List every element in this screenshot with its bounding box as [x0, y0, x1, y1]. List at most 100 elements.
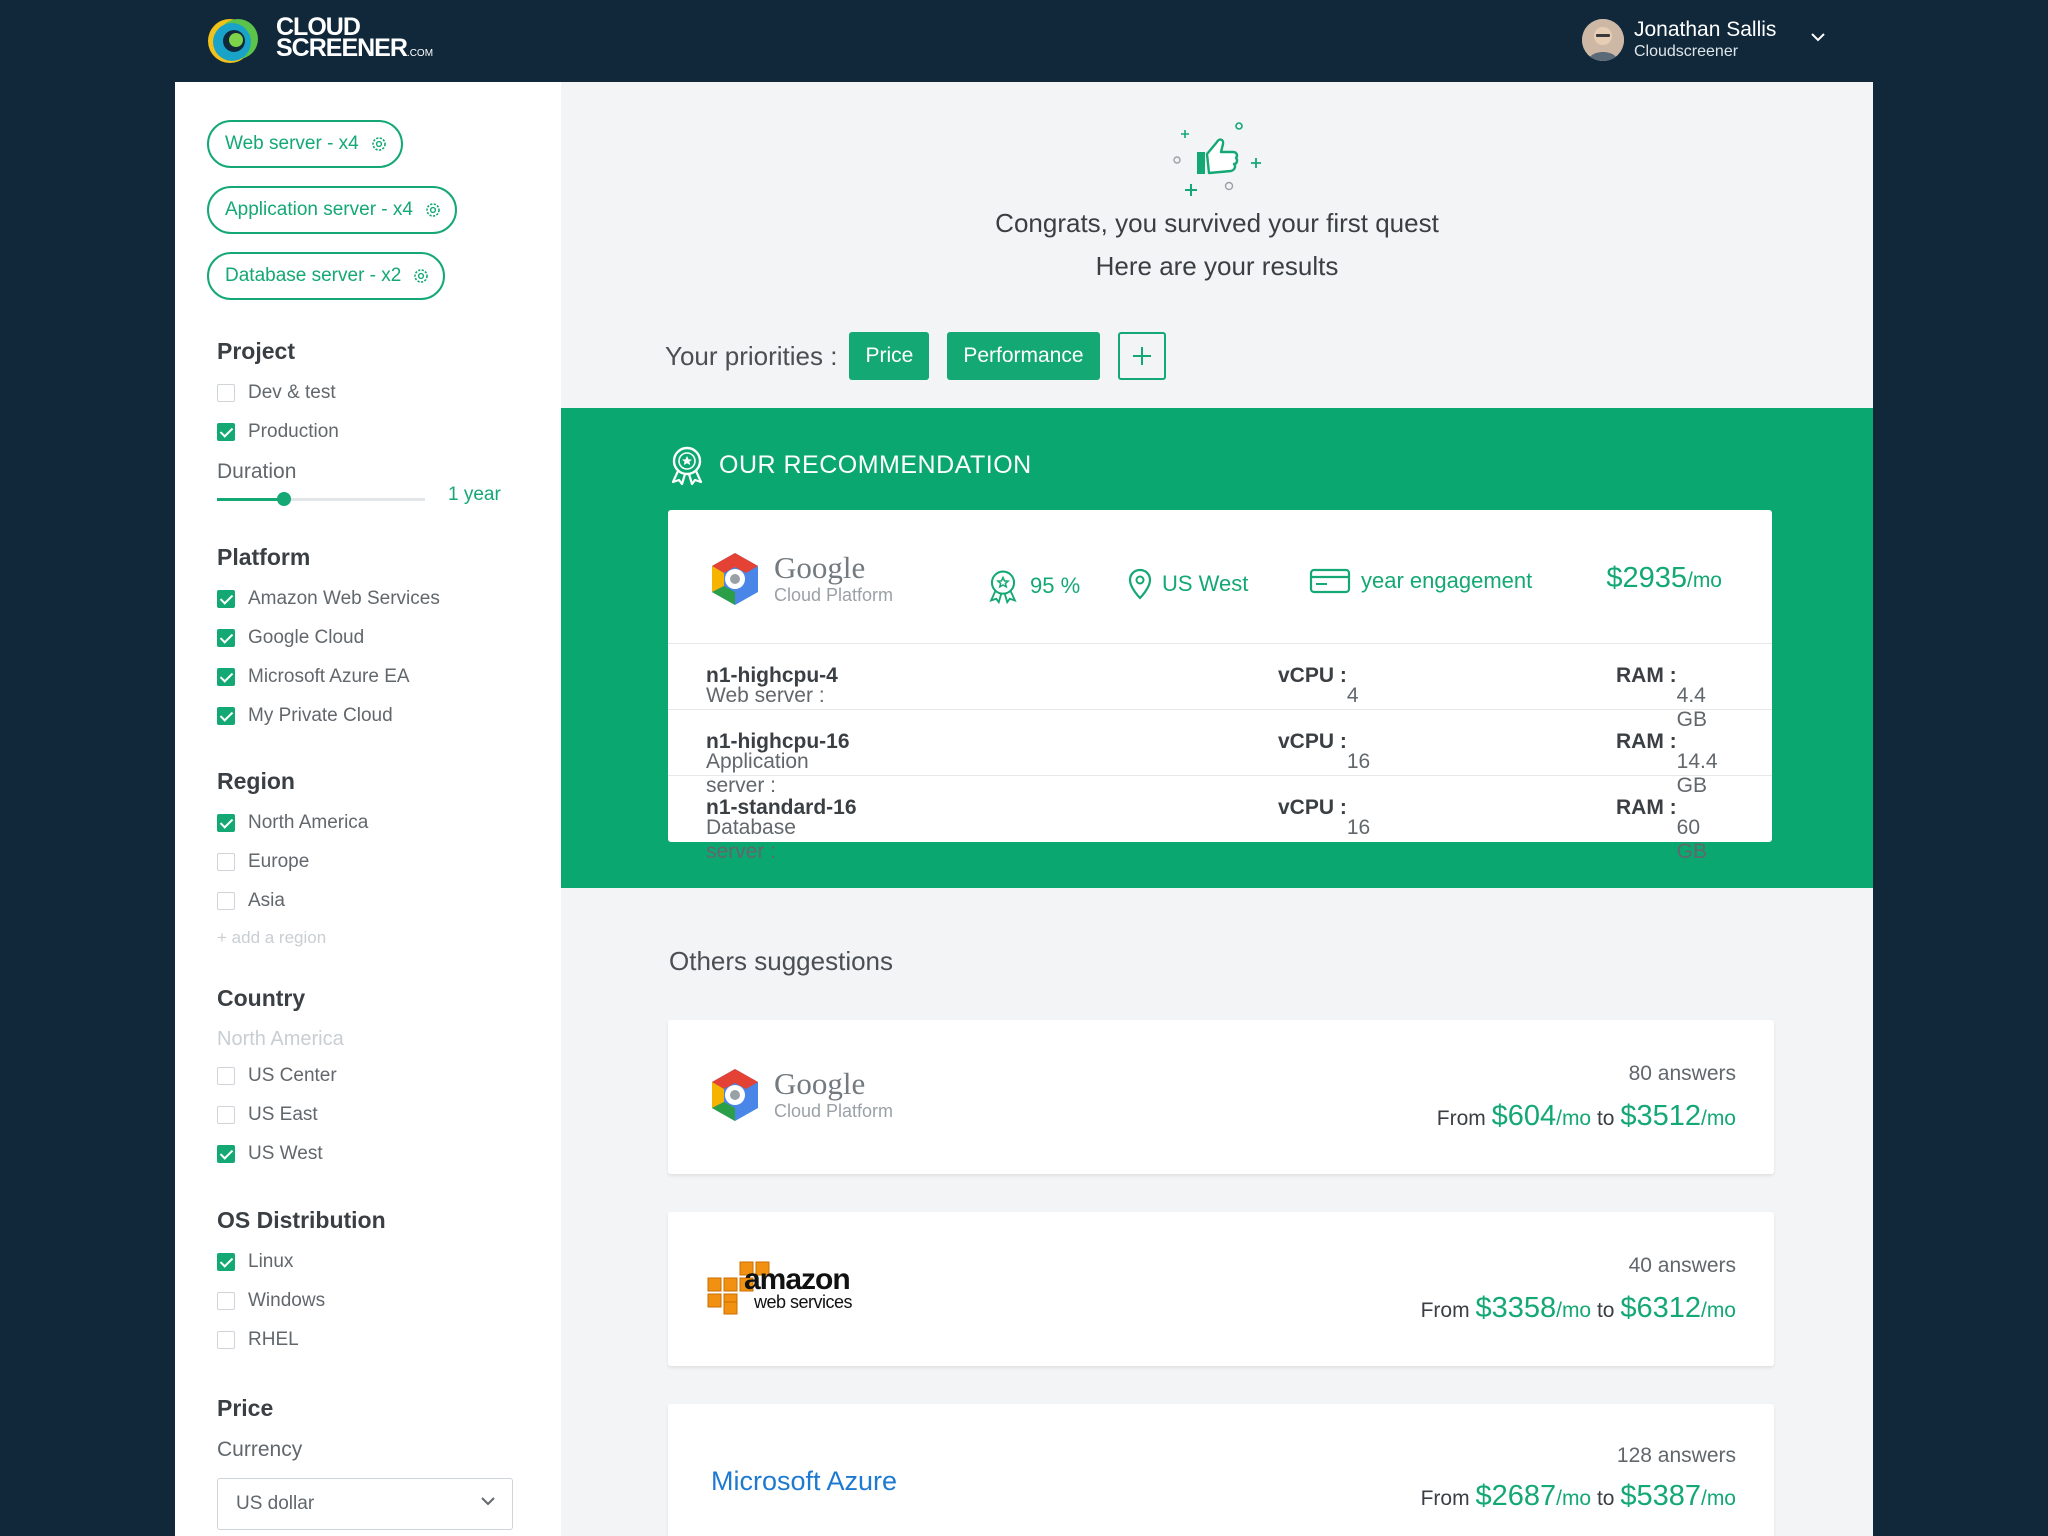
spec-ram-label: RAM :	[1616, 796, 1677, 819]
recommendation-title: OUR RECOMMENDATION	[719, 450, 1032, 479]
price-range: From $2687/mo to $5387/mo	[1421, 1480, 1736, 1513]
checkbox-label: Linux	[248, 1251, 294, 1272]
currency-select[interactable]: US dollar	[217, 1478, 513, 1530]
add-region-link[interactable]: + add a region	[217, 928, 326, 948]
price-from: $3358	[1475, 1292, 1557, 1324]
checkbox-label: Google Cloud	[248, 627, 365, 648]
priority-price-button[interactable]: Price	[849, 332, 930, 380]
checkbox-label: Production	[248, 421, 339, 442]
price-to: $3512	[1620, 1100, 1701, 1132]
congrats-text: Congrats, you survived your first quest	[995, 208, 1439, 238]
chip-database-server[interactable]: Database server - x2	[207, 252, 446, 300]
spec-vcpu-label: vCPU :	[1278, 664, 1347, 687]
checkbox-dev-test[interactable]: Dev & test	[217, 382, 336, 404]
recommendation-card[interactable]: Google Cloud Platform 95 % US West year …	[668, 510, 1772, 863]
checkbox-europe[interactable]: Europe	[217, 851, 309, 873]
checkbox-us-west[interactable]: US West	[217, 1143, 323, 1165]
google-cloud-logo: Google Cloud Platform	[706, 1066, 893, 1124]
gear-icon[interactable]	[413, 268, 429, 284]
logo-suffix: .COM	[406, 47, 434, 59]
spec-vcpu: 16	[1346, 816, 1371, 839]
checkbox[interactable]	[217, 1067, 235, 1085]
checkbox[interactable]	[217, 853, 235, 871]
checkbox[interactable]	[217, 1331, 235, 1349]
checkbox[interactable]	[217, 1145, 235, 1163]
spec-vcpu-label: vCPU :	[1278, 730, 1347, 753]
plus-icon: +	[217, 928, 232, 947]
to-label: to	[1596, 1487, 1615, 1510]
checkbox-production[interactable]: Production	[217, 421, 339, 443]
cloudscreener-logo[interactable]: CLOUD SCREENER.COM	[198, 14, 433, 66]
checkbox-label: Amazon Web Services	[248, 588, 440, 609]
chip-application-server[interactable]: Application server - x4	[207, 186, 457, 234]
google-hexagon-icon	[712, 553, 758, 605]
checkbox-aws[interactable]: Amazon Web Services	[217, 588, 440, 610]
checkbox-label: Microsoft Azure EA	[248, 666, 410, 687]
spec-vcpu: 4	[1346, 684, 1359, 707]
checkbox-linux[interactable]: Linux	[217, 1251, 293, 1273]
user-menu[interactable]: Jonathan Sallis Cloudscreener	[1582, 18, 1826, 62]
price-title: Price	[217, 1395, 274, 1421]
price-unit: /mo	[1686, 569, 1722, 592]
price-range: From $604/mo to $3512/mo	[1437, 1100, 1736, 1133]
suggestion-card-google[interactable]: Google Cloud Platform 80 answers From $6…	[668, 1020, 1774, 1174]
spec-vcpu: 16	[1346, 750, 1371, 773]
suggestion-card-azure[interactable]: Microsoft Azure 128 answers From $2687/m…	[668, 1404, 1774, 1536]
google-hexagon-icon	[712, 1069, 758, 1121]
checkbox-azure[interactable]: Microsoft Azure EA	[217, 666, 410, 688]
os-title: OS Distribution	[217, 1207, 386, 1233]
spec-ram-label: RAM :	[1616, 730, 1677, 753]
spec-row-application-server: Application server : n1-highcpu-16 vCPU …	[668, 710, 1772, 797]
priority-performance-button[interactable]: Performance	[947, 332, 1100, 380]
checkbox-north-america[interactable]: North America	[217, 812, 368, 834]
spec-ram: 60 GB	[1676, 816, 1707, 863]
checkbox-google-cloud[interactable]: Google Cloud	[217, 627, 364, 649]
gear-icon[interactable]	[371, 136, 387, 152]
checkbox-private-cloud[interactable]: My Private Cloud	[217, 705, 393, 727]
duration-value: 1 year	[448, 484, 501, 505]
price-range: From $3358/mo to $6312/mo	[1421, 1292, 1736, 1325]
region-value: US West	[1162, 571, 1249, 596]
checkbox[interactable]	[217, 668, 235, 686]
answers-count: 40 answers	[1628, 1254, 1736, 1277]
checkbox[interactable]	[217, 590, 235, 608]
to-label: to	[1596, 1299, 1615, 1322]
slider-handle[interactable]	[276, 492, 291, 506]
checkbox-label: Asia	[248, 890, 285, 911]
checkbox[interactable]	[217, 1106, 235, 1124]
spec-role: Database server :	[706, 816, 796, 863]
checkbox[interactable]	[217, 423, 235, 441]
currency-value: US dollar	[236, 1493, 315, 1514]
checkbox[interactable]	[217, 892, 235, 910]
google-cloud-logo: Google Cloud Platform	[706, 550, 893, 608]
checkbox[interactable]	[217, 1292, 235, 1310]
suggestion-card-aws[interactable]: amazon web services 40 answers From $335…	[668, 1212, 1774, 1366]
checkbox[interactable]	[217, 707, 235, 725]
answers-count: 80 answers	[1628, 1062, 1736, 1085]
chevron-down-icon	[481, 1497, 495, 1506]
provider-word: Google	[774, 1066, 866, 1101]
gear-icon[interactable]	[425, 202, 441, 218]
checkbox-label: North America	[248, 812, 369, 833]
results-hero: Congrats, you survived your first quest …	[561, 82, 1873, 408]
checkbox-us-east[interactable]: US East	[217, 1104, 318, 1126]
checkbox[interactable]	[217, 629, 235, 647]
checkbox-us-center[interactable]: US Center	[217, 1065, 337, 1087]
add-priority-button[interactable]	[1117, 332, 1166, 380]
checkbox-rhel[interactable]: RHEL	[217, 1329, 299, 1351]
currency-label: Currency	[217, 1438, 303, 1461]
price-unit: /mo	[1700, 1299, 1736, 1322]
checkbox[interactable]	[217, 384, 235, 402]
chip-label: Web server - x4	[225, 133, 359, 154]
checkbox[interactable]	[217, 1253, 235, 1271]
others-title: Others suggestions	[669, 946, 894, 976]
results-panel: Congrats, you survived your first quest …	[561, 82, 1873, 1536]
chevron-down-icon[interactable]	[1810, 32, 1826, 42]
chip-web-server[interactable]: Web server - x4	[207, 120, 403, 168]
duration-slider[interactable]	[217, 492, 425, 506]
award-icon	[671, 446, 703, 486]
checkbox-windows[interactable]: Windows	[217, 1290, 325, 1312]
checkbox[interactable]	[217, 814, 235, 832]
chip-label: Application server - x4	[225, 199, 413, 220]
checkbox-asia[interactable]: Asia	[217, 890, 285, 912]
